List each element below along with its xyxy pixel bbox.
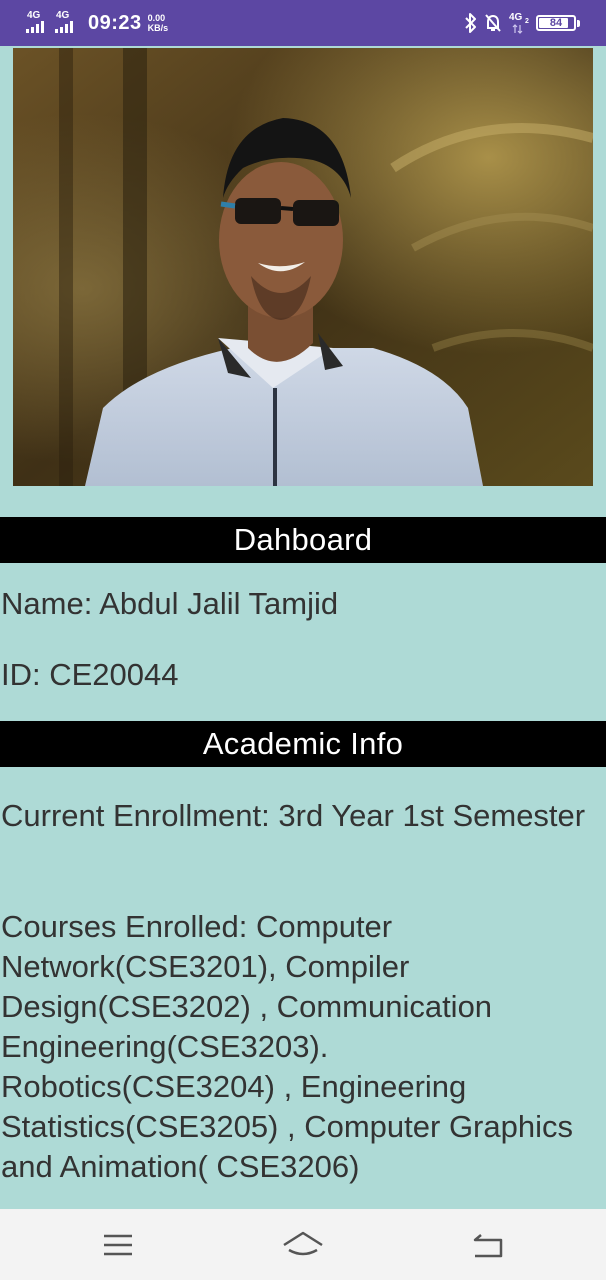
navigation-bar <box>0 1209 606 1280</box>
battery-icon: 84 <box>536 15 576 31</box>
dashboard-header: Dahboard <box>0 517 606 563</box>
signal-icon: 4G <box>26 11 52 35</box>
menu-icon <box>104 1234 132 1256</box>
home-button[interactable] <box>281 1227 325 1263</box>
status-bar: 4G 4G 09:23 0.00 KB/s 4G 2 84 <box>0 0 606 46</box>
bluetooth-icon <box>465 13 476 33</box>
home-icon <box>283 1231 323 1256</box>
status-bar-right: 4G 2 84 <box>464 11 580 35</box>
battery-level: 84 <box>549 17 563 29</box>
academic-info-header: Academic Info <box>0 721 606 767</box>
network-type-label: 4G <box>27 10 41 21</box>
network-right-label: 4G <box>509 12 523 23</box>
student-name: Name: Abdul Jalil Tamjid <box>1 586 339 621</box>
profile-photo <box>13 48 593 486</box>
network-type-label: 4G <box>56 10 70 21</box>
mute-notification-icon <box>485 14 501 32</box>
status-bar-left: 4G 4G 09:23 0.00 KB/s <box>26 10 168 36</box>
profile-photo-illustration <box>13 48 593 486</box>
back-icon <box>473 1234 503 1258</box>
courses-enrolled: Courses Enrolled: Computer Network(CSE32… <box>1 909 573 1184</box>
network-speed-unit: KB/s <box>147 23 169 33</box>
network-speed-value: 0.00 <box>147 13 166 23</box>
menu-button[interactable] <box>96 1227 140 1263</box>
data-arrows-icon <box>512 24 523 34</box>
network-right-icon: 4G 2 <box>508 12 530 34</box>
back-button[interactable] <box>465 1227 509 1263</box>
signal-bars-icon <box>26 21 44 33</box>
current-enrollment: Current Enrollment: 3rd Year 1st Semeste… <box>1 798 586 833</box>
network-speed: 0.00 KB/s <box>148 13 169 33</box>
signal-icon: 4G <box>55 11 81 35</box>
student-id: ID: CE20044 <box>1 657 179 692</box>
signal-bars-icon <box>55 21 73 33</box>
battery-tip <box>577 19 580 27</box>
status-time: 09:23 <box>88 11 142 34</box>
